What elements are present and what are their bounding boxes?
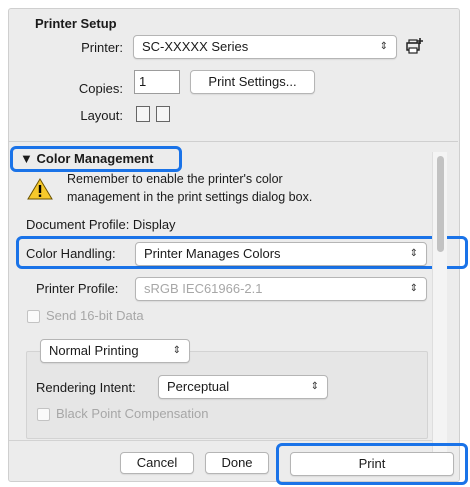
color-management-heading[interactable]: ▼ Color Management — [20, 151, 154, 166]
select-arrows-icon: ⇕ — [379, 41, 388, 52]
black-point-label: Black Point Compensation — [56, 406, 209, 421]
rendering-intent-label: Rendering Intent: — [36, 380, 136, 395]
printer-profile-label: Printer Profile: — [36, 281, 119, 296]
print-button[interactable]: Print — [290, 452, 454, 476]
layout-portrait-icon[interactable] — [136, 106, 150, 125]
layout-landscape-icon[interactable] — [156, 106, 170, 125]
scrollbar-thumb[interactable] — [437, 156, 444, 252]
color-handling-label: Color Handling: — [26, 246, 116, 261]
select-arrows-icon: ⇕ — [409, 283, 418, 294]
printing-mode-select[interactable]: Normal Printing ⇕ — [40, 339, 190, 363]
done-button[interactable]: Done — [205, 452, 269, 474]
color-handling-select[interactable]: Printer Manages Colors ⇕ — [135, 242, 427, 266]
printer-profile-select: sRGB IEC61966-2.1 ⇕ — [135, 277, 427, 301]
section-divider — [9, 141, 458, 142]
copies-input[interactable]: 1 — [134, 70, 180, 94]
send-16bit-checkbox — [27, 310, 40, 323]
warning-text-line2: management in the print settings dialog … — [67, 190, 313, 204]
printer-setup-heading: Printer Setup — [35, 16, 117, 31]
document-profile-text: Document Profile: Display — [26, 217, 176, 232]
warning-text-line1: Remember to enable the printer's color — [67, 172, 283, 186]
send-16bit-label: Send 16-bit Data — [46, 308, 144, 323]
black-point-checkbox — [37, 408, 50, 421]
disclosure-triangle-icon: ▼ — [20, 151, 33, 166]
printer-label: Printer: — [81, 40, 123, 55]
printer-select[interactable]: SC-XXXXX Series ⇕ — [133, 35, 397, 59]
print-settings-button[interactable]: Print Settings... — [190, 70, 315, 94]
layout-label: Layout: — [80, 108, 123, 123]
copies-label: Copies: — [78, 81, 123, 96]
rendering-intent-value: Perceptual — [167, 379, 230, 394]
select-arrows-icon: ⇕ — [172, 345, 181, 356]
printer-profile-value: sRGB IEC61966-2.1 — [144, 281, 263, 296]
rendering-intent-select[interactable]: Perceptual ⇕ — [158, 375, 328, 399]
printing-mode-value: Normal Printing — [49, 343, 139, 358]
cancel-button[interactable]: Cancel — [120, 452, 194, 474]
footer-divider — [9, 440, 432, 441]
printer-value: SC-XXXXX Series — [142, 39, 249, 54]
add-printer-icon[interactable] — [405, 37, 425, 55]
select-arrows-icon: ⇕ — [409, 248, 418, 259]
select-arrows-icon: ⇕ — [310, 381, 319, 392]
color-handling-value: Printer Manages Colors — [144, 246, 281, 261]
warning-icon — [26, 177, 54, 201]
